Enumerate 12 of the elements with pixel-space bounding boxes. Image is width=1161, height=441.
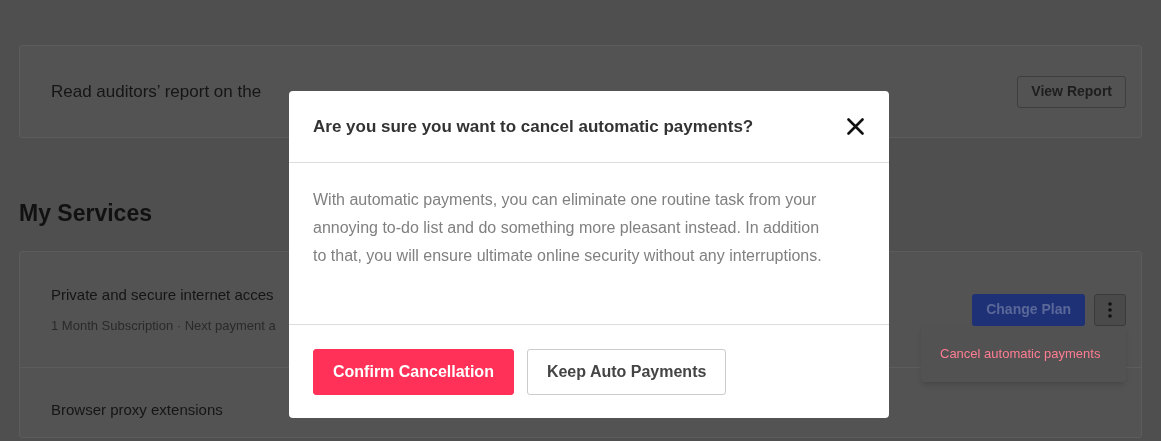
confirm-button[interactable]: Confirm Cancellation [313, 348, 514, 395]
report-text: Read auditors’ report on the [51, 80, 262, 103]
dialog-title: Are you sure you want to cancel automatic payments? [313, 115, 754, 138]
more-icon [1108, 301, 1112, 318]
change-plan-button[interactable]: Change Plan [972, 293, 1085, 326]
keep-button[interactable]: Keep Auto Payments [526, 348, 727, 395]
menu-item[interactable]: Cancel automatic payments [921, 335, 1126, 373]
service-title: Browser proxy extensions [51, 399, 223, 420]
service-title: Private and secure internet acces [51, 285, 275, 305]
section-title: My Services [19, 199, 152, 228]
dialog-message: With automatic payments, you can eliminate one routine task from your annoying to-do list and do something more pleasant instead. In addition to that, you will ensure ultimate online security without any interruptions. [313, 190, 823, 266]
close-icon[interactable] [847, 118, 864, 135]
